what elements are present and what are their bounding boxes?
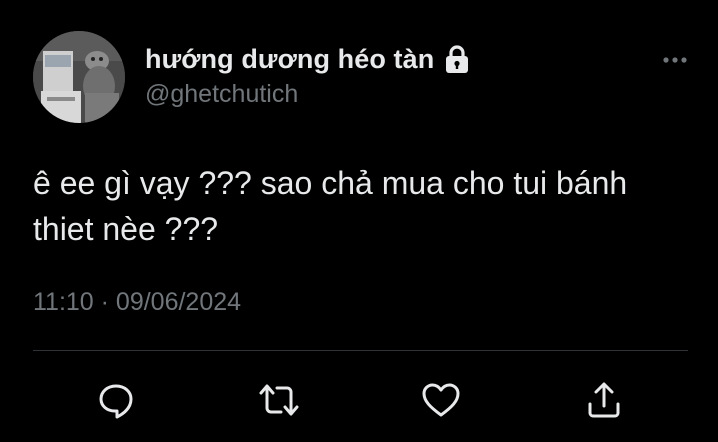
tweet-header: hướng dương héo tàn @ghetchutich [145, 42, 470, 109]
divider [33, 350, 688, 351]
like-button[interactable] [419, 378, 463, 422]
avatar-image [33, 31, 125, 123]
more-icon[interactable] [660, 52, 690, 68]
user-handle[interactable]: @ghetchutich [145, 80, 470, 109]
heart-icon [422, 383, 460, 417]
display-name[interactable]: hướng dương héo tàn [145, 44, 434, 75]
lock-icon [444, 44, 470, 74]
retweet-button[interactable] [257, 378, 301, 422]
share-button[interactable] [582, 378, 626, 422]
avatar[interactable] [33, 31, 125, 123]
share-icon [588, 382, 620, 418]
tweet-card: hướng dương héo tàn @ghetchutich ê ee gì… [0, 0, 718, 442]
reply-icon [99, 384, 133, 419]
tweet-text: ê ee gì vạy ??? sao chả mua cho tui bánh… [33, 165, 628, 247]
reply-button[interactable] [94, 378, 138, 422]
name-row: hướng dương héo tàn [145, 42, 470, 76]
tweet-timestamp[interactable]: 11:10 · 09/06/2024 [33, 288, 241, 317]
retweet-icon [259, 384, 299, 416]
